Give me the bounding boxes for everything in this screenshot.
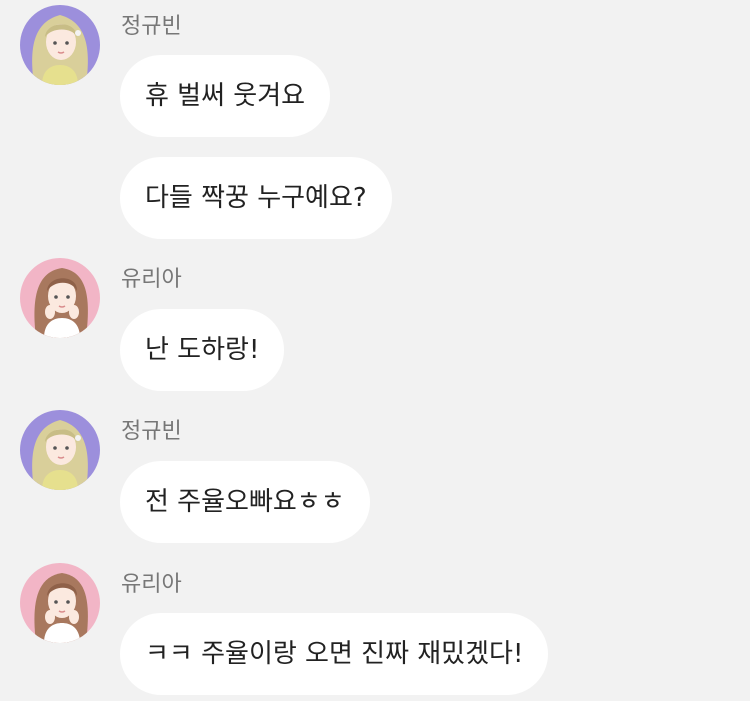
message-bubble[interactable]: 난 도하랑! <box>120 309 285 391</box>
chat-log: 정규빈 휴 벌써 웃겨요 다들 짝꿍 누구예요? 유리아 난 도하랑! 정규빈 … <box>0 0 750 701</box>
avatar-yuria-icon <box>20 258 100 338</box>
sender-avatar-gyubin[interactable] <box>20 5 100 85</box>
sender-name: 유리아 <box>121 572 182 597</box>
sender-avatar-yuria[interactable] <box>20 258 100 338</box>
sender-avatar-yuria[interactable] <box>20 563 100 643</box>
message-bubble[interactable]: 전 주율오빠요ㅎㅎ <box>120 461 370 543</box>
message-bubble[interactable]: 다들 짝꿍 누구예요? <box>120 157 392 239</box>
message-bubble[interactable]: 휴 벌써 웃겨요 <box>120 55 331 137</box>
avatar-gyubin-icon <box>20 5 100 85</box>
sender-name: 유리아 <box>121 267 182 292</box>
message-bubble[interactable]: ㅋㅋ 주율이랑 오면 진짜 재밌겠다! <box>120 613 549 695</box>
avatar-yuria-icon <box>20 563 100 643</box>
sender-name: 정규빈 <box>121 14 182 39</box>
sender-name: 정규빈 <box>121 419 182 444</box>
sender-avatar-gyubin[interactable] <box>20 410 100 490</box>
avatar-gyubin-icon <box>20 410 100 490</box>
